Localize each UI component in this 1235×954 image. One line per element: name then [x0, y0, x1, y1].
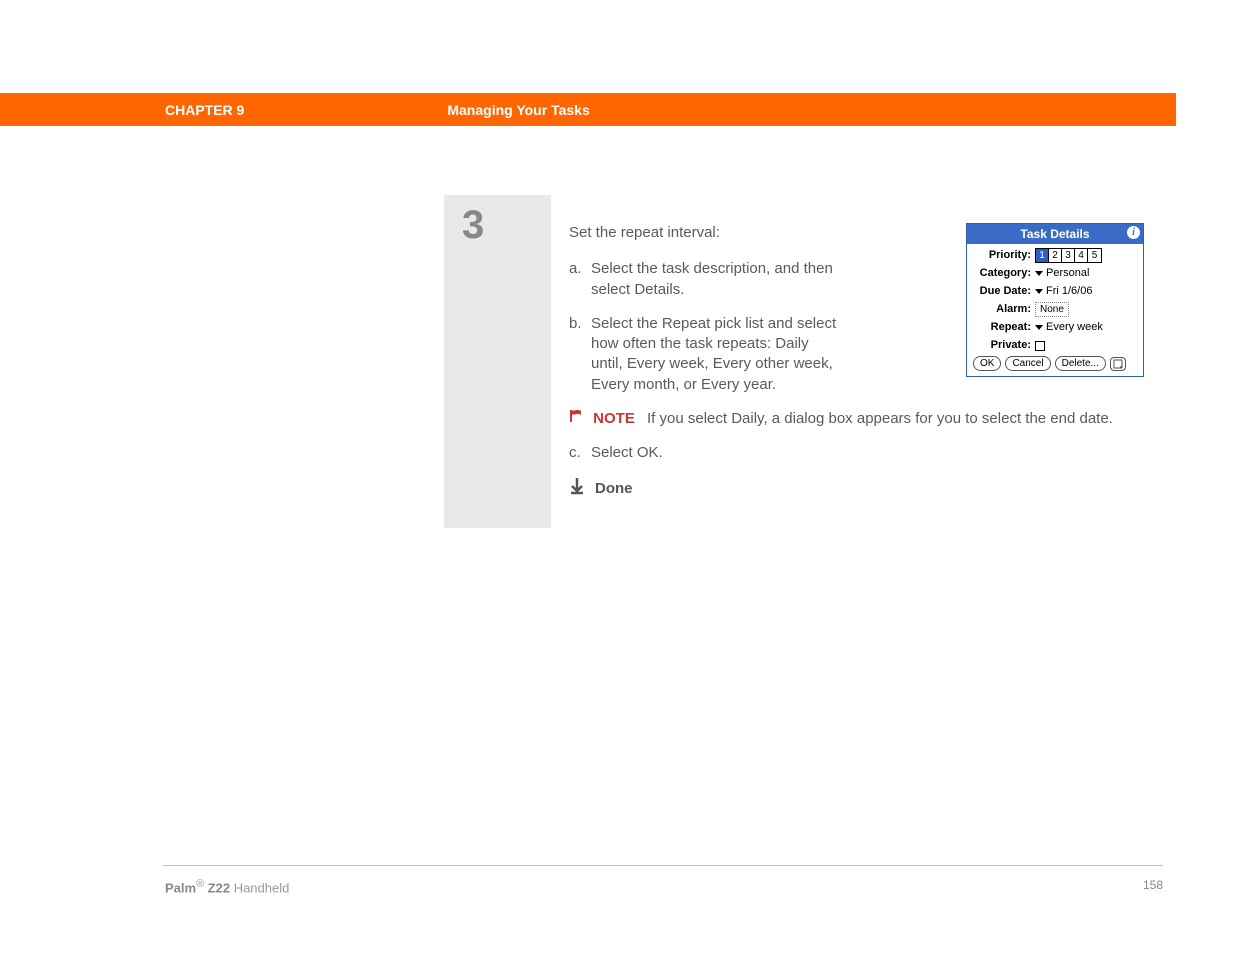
substep-marker: b.: [569, 314, 591, 395]
info-icon[interactable]: i: [1127, 226, 1140, 239]
dialog-buttons: OK Cancel Delete...: [973, 356, 1137, 371]
category-row: Category: Personal: [973, 266, 1137, 281]
note-button[interactable]: [1110, 357, 1126, 371]
private-row: Private:: [973, 338, 1137, 353]
ok-button[interactable]: OK: [973, 356, 1001, 371]
dialog-title-bar: Task Details i: [967, 224, 1143, 244]
task-details-dialog: Task Details i Priority: 1 2 3 4 5 Categ…: [966, 223, 1144, 377]
category-picklist[interactable]: Personal: [1035, 266, 1089, 281]
dialog-body: Priority: 1 2 3 4 5 Category: Personal D…: [967, 244, 1143, 376]
dialog-title: Task Details: [1020, 227, 1089, 241]
note-text: If you select Daily, a dialog box appear…: [647, 410, 1113, 427]
page-number: 158: [1143, 878, 1163, 895]
duedate-row: Due Date: Fri 1/6/06: [973, 284, 1137, 299]
done-label: Done: [595, 479, 633, 499]
priority-4[interactable]: 4: [1075, 249, 1088, 262]
alarm-selector[interactable]: None: [1035, 302, 1069, 318]
chevron-down-icon: [1035, 325, 1043, 330]
repeat-picklist[interactable]: Every week: [1035, 320, 1103, 335]
substep-b: b. Select the Repeat pick list and selec…: [569, 314, 839, 395]
alarm-label: Alarm:: [973, 302, 1031, 317]
chevron-down-icon: [1035, 271, 1043, 276]
step-content: Set the repeat interval: a. Select the t…: [551, 195, 1160, 528]
substep-text: Select the Repeat pick list and select h…: [591, 314, 839, 395]
repeat-label: Repeat:: [973, 320, 1031, 335]
flag-icon: [569, 409, 585, 429]
cancel-button[interactable]: Cancel: [1005, 356, 1050, 371]
note-row: NOTE If you select Daily, a dialog box a…: [569, 409, 1142, 429]
note-label: NOTE: [593, 410, 635, 427]
priority-selector[interactable]: 1 2 3 4 5: [1035, 248, 1102, 263]
private-checkbox[interactable]: [1035, 341, 1045, 351]
substep-list: a. Select the task description, and then…: [569, 259, 839, 395]
substep-marker: c.: [569, 443, 591, 463]
chevron-down-icon: [1035, 289, 1043, 294]
substep-a: a. Select the task description, and then…: [569, 259, 839, 300]
duedate-label: Due Date:: [973, 284, 1031, 299]
step-number-column: 3: [444, 195, 551, 528]
priority-5[interactable]: 5: [1088, 249, 1101, 262]
header-bar: CHAPTER 9 Managing Your Tasks: [0, 93, 1176, 126]
delete-button[interactable]: Delete...: [1055, 356, 1106, 371]
page-title: Managing Your Tasks: [447, 102, 589, 118]
down-arrow-icon: [569, 477, 585, 501]
footer-divider: [163, 865, 1163, 866]
priority-2[interactable]: 2: [1049, 249, 1062, 262]
footer-brand: Palm® Z22 Handheld: [165, 878, 289, 895]
note-icon: [1113, 359, 1123, 369]
substep-text: Select OK.: [591, 443, 663, 463]
repeat-row: Repeat: Every week: [973, 320, 1137, 335]
priority-3[interactable]: 3: [1062, 249, 1075, 262]
chapter-label: CHAPTER 9: [165, 102, 244, 118]
priority-label: Priority:: [973, 248, 1031, 263]
category-label: Category:: [973, 266, 1031, 281]
priority-1[interactable]: 1: [1036, 249, 1049, 262]
substep-c: c. Select OK.: [569, 443, 839, 463]
substep-text: Select the task description, and then se…: [591, 259, 839, 300]
duedate-picklist[interactable]: Fri 1/6/06: [1035, 284, 1092, 299]
priority-row: Priority: 1 2 3 4 5: [973, 248, 1137, 263]
footer: Palm® Z22 Handheld 158: [165, 878, 1163, 895]
substep-marker: a.: [569, 259, 591, 300]
done-row: Done: [569, 477, 1142, 501]
private-label: Private:: [973, 338, 1031, 353]
step-number: 3: [462, 203, 551, 248]
alarm-row: Alarm: None: [973, 302, 1137, 318]
substep-list-c: c. Select OK.: [569, 443, 839, 463]
step-box: 3 Set the repeat interval: a. Select the…: [444, 195, 1160, 528]
